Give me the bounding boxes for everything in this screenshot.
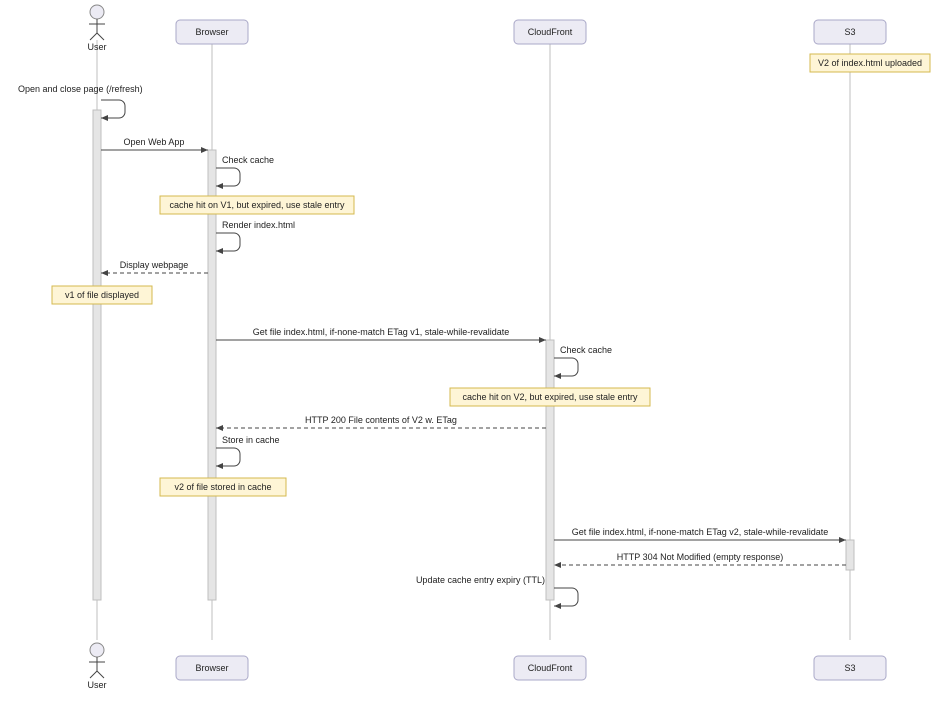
participant-s3: S3 (814, 20, 886, 44)
svg-text:Display webpage: Display webpage (120, 260, 189, 270)
participant-cloudfront: CloudFront (514, 20, 586, 44)
actor-user-bottom: User (87, 643, 106, 690)
participant-s3-bottom: S3 (814, 656, 886, 680)
msg-user-refresh: Open and close page (/refresh) (18, 84, 143, 118)
svg-text:User: User (87, 680, 106, 690)
msg-http-200: HTTP 200 File contents of V2 w. ETag (216, 415, 546, 428)
svg-text:Get file index.html, if-none-m: Get file index.html, if-none-match ETag … (572, 527, 829, 537)
participant-label: Browser (195, 27, 228, 37)
svg-text:Store in cache: Store in cache (222, 435, 280, 445)
svg-text:Check cache: Check cache (222, 155, 274, 165)
svg-text:V2 of index.html uploaded: V2 of index.html uploaded (818, 58, 922, 68)
svg-text:v2 of file stored in cache: v2 of file stored in cache (174, 482, 271, 492)
note-cache-hit-v1: cache hit on V1, but expired, use stale … (160, 196, 354, 214)
svg-text:cache hit on V1, but expired,: cache hit on V1, but expired, use stale … (169, 200, 345, 210)
actor-user: User (87, 5, 106, 52)
participant-browser: Browser (176, 20, 248, 44)
msg-get-file-v2: Get file index.html, if-none-match ETag … (554, 527, 846, 540)
svg-text:CloudFront: CloudFront (528, 663, 573, 673)
svg-text:S3: S3 (844, 663, 855, 673)
msg-open-web-app: Open Web App (101, 137, 208, 150)
msg-cf-check-cache: Check cache (554, 345, 612, 376)
participant-label: User (87, 42, 106, 52)
note-s3-upload: V2 of index.html uploaded (810, 54, 930, 72)
svg-text:HTTP 200 File contents of V2 w: HTTP 200 File contents of V2 w. ETag (305, 415, 457, 425)
msg-render-index: Render index.html (216, 220, 295, 251)
note-cache-hit-v2: cache hit on V2, but expired, use stale … (450, 388, 650, 406)
svg-text:HTTP 304 Not Modified (empty r: HTTP 304 Not Modified (empty response) (617, 552, 783, 562)
svg-text:Browser: Browser (195, 663, 228, 673)
svg-text:Check cache: Check cache (560, 345, 612, 355)
msg-store-cache: Store in cache (216, 435, 280, 466)
svg-text:Render index.html: Render index.html (222, 220, 295, 230)
svg-text:Get file index.html, if-none-m: Get file index.html, if-none-match ETag … (253, 327, 510, 337)
msg-get-file-v1: Get file index.html, if-none-match ETag … (216, 327, 546, 340)
svg-text:v1 of file displayed: v1 of file displayed (65, 290, 139, 300)
participant-label: CloudFront (528, 27, 573, 37)
note-v2-stored: v2 of file stored in cache (160, 478, 286, 496)
msg-browser-check-cache: Check cache (216, 155, 274, 186)
sequence-diagram: User Browser CloudFront S3 User Browser … (0, 0, 941, 710)
participant-label: S3 (844, 27, 855, 37)
svg-text:cache hit on V2, but expired,: cache hit on V2, but expired, use stale … (462, 392, 638, 402)
msg-display-webpage: Display webpage (101, 260, 208, 273)
note-v1-displayed: v1 of file displayed (52, 286, 152, 304)
msg-http-304: HTTP 304 Not Modified (empty response) (554, 552, 846, 565)
svg-text:Open Web App: Open Web App (124, 137, 185, 147)
svg-text:Update cache entry expiry (TTL: Update cache entry expiry (TTL) (416, 575, 545, 585)
svg-text:Open and close page (/refresh): Open and close page (/refresh) (18, 84, 143, 94)
participant-browser-bottom: Browser (176, 656, 248, 680)
participant-cloudfront-bottom: CloudFront (514, 656, 586, 680)
